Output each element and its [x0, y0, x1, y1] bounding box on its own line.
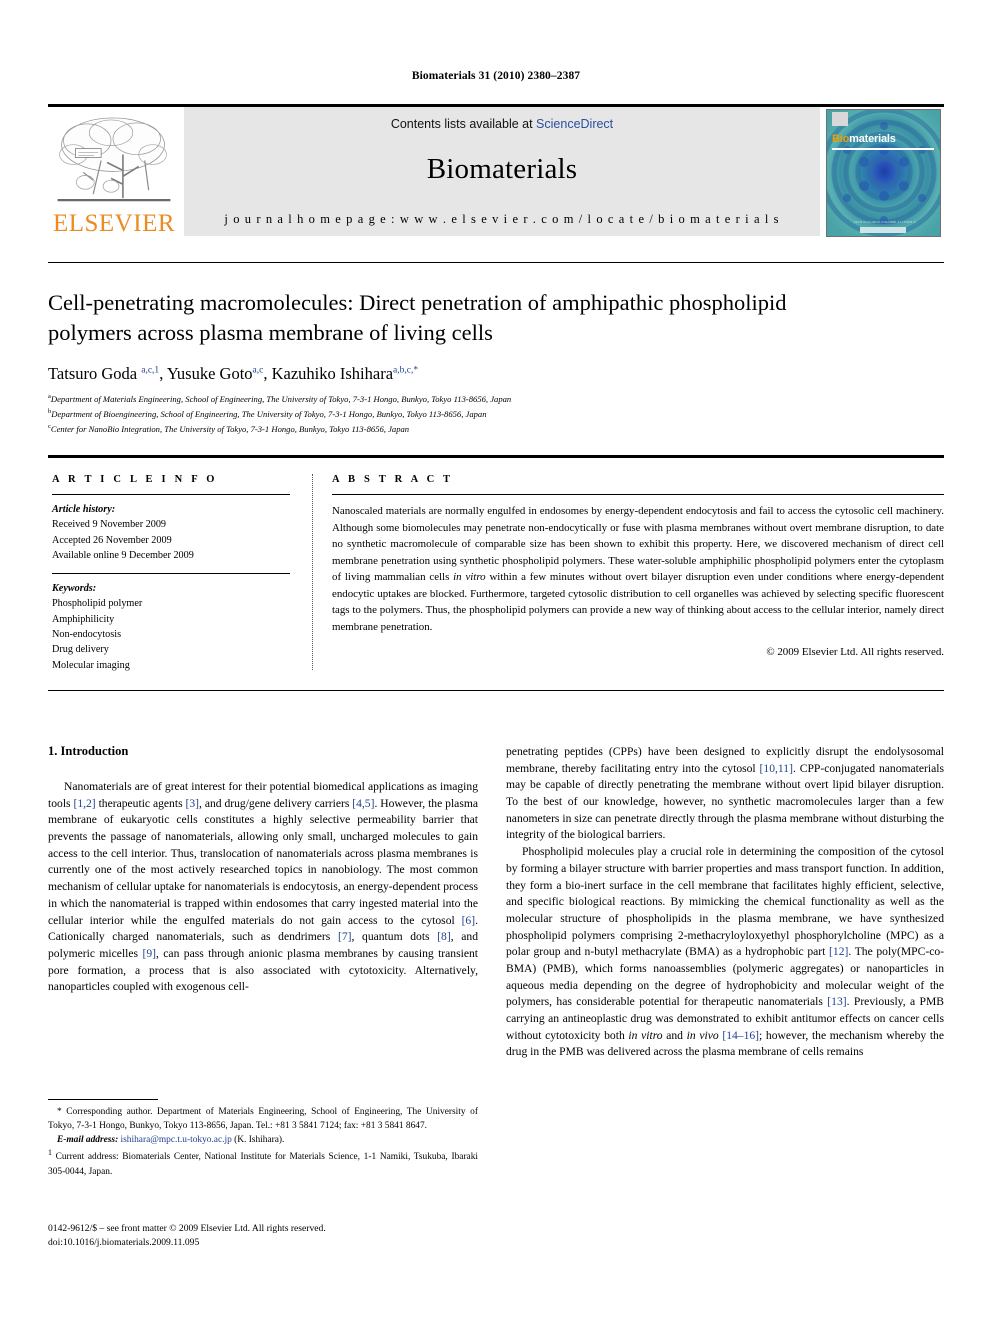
italic-term: in vitro [628, 1028, 663, 1042]
keyword-item-4: Molecular imaging [52, 659, 130, 671]
author-affil-mark-2: a,b,c,* [393, 365, 419, 376]
cover-image [826, 109, 941, 237]
cover-elsevier-mark-icon [832, 112, 848, 126]
reference-link[interactable]: [14–16] [722, 1029, 759, 1042]
article-history-item-1: Accepted 26 November 2009 [52, 534, 172, 546]
author-affil-mark-0: a,c,1 [141, 365, 160, 376]
journal-article-page: Biomaterials 31 (2010) 2380–2387 ELSEVIE… [0, 0, 992, 1323]
reference-link[interactable]: [12] [829, 945, 848, 958]
author-affil-mark-1: a,c [252, 365, 264, 376]
imprint-doi[interactable]: doi:10.1016/j.biomaterials.2009.11.095 [48, 1236, 478, 1250]
left-paragraph-0: Nanomaterials are of great interest for … [48, 780, 478, 994]
corresponding-author-note: * Corresponding author. Department of Ma… [48, 1107, 478, 1132]
reference-link[interactable]: [7] [338, 930, 352, 943]
italic-term: in vivo [686, 1028, 719, 1042]
right-paragraph-0: penetrating peptides (CPPs) have been de… [506, 745, 944, 842]
cover-title-first: Bio [832, 133, 850, 145]
author-0: Tatsuro Goda a,c,1 [48, 364, 160, 383]
author-1: Yusuke Gotoa,c [166, 364, 264, 383]
cover-title-underline [832, 148, 934, 150]
journal-homepage-line[interactable]: j o u r n a l h o m e p a g e : w w w . … [224, 212, 779, 227]
reference-link[interactable]: [6] [462, 914, 476, 927]
cover-title-rest: materials [849, 133, 896, 145]
article-history-item-0: Received 9 November 2009 [52, 519, 167, 531]
keywords-label: Keywords: [52, 583, 97, 595]
email-link[interactable]: ishihara@mpc.t.u-tokyo.ac.jp [121, 1135, 232, 1145]
cover-journal-title: Biomaterials [832, 133, 896, 145]
abstract-bottom-divider [48, 690, 944, 691]
email-suffix: (K. Ishihara). [231, 1135, 285, 1146]
author-2: Kazuhiko Ishiharaa,b,c,* [271, 364, 419, 383]
elsevier-wordmark: ELSEVIER [52, 210, 176, 237]
info-divider [48, 455, 944, 458]
affiliation-1: bDepartment of Bioengineering, School of… [48, 407, 487, 419]
keyword-item-1: Amphiphilicity [52, 613, 115, 625]
abstract-copyright: © 2009 Elsevier Ltd. All rights reserved… [766, 645, 944, 658]
cover-issue-text: ISSN 0142-9612 VOLUME 31 ISSUE 9 [854, 220, 916, 224]
title-divider [48, 262, 944, 263]
reference-link[interactable]: [8] [437, 930, 451, 943]
current-address-note: 1 Current address: Biomaterials Center, … [48, 1147, 478, 1178]
email-note: E-mail address: ishihara@mpc.t.u-tokyo.a… [48, 1133, 478, 1147]
page-title: Cell-penetrating macromolecules: Direct … [48, 290, 787, 345]
keyword-item-2: Non-endocytosis [52, 629, 122, 641]
article-history-label: Article history: [52, 504, 116, 515]
current-address-text: Current address: Biomaterials Center, Na… [48, 1152, 478, 1177]
journal-cover-thumbnail[interactable]: Biomaterials ISSN 0142-9612 VOLUME 31 IS… [826, 107, 944, 237]
current-address-mark: 1 [48, 1148, 52, 1158]
keywords-block: Keywords: Phospholipid polymer Amphiphili… [52, 581, 290, 673]
elsevier-logo: ELSEVIER [48, 107, 180, 236]
contents-available-line: Contents lists available at ScienceDirec… [391, 117, 613, 131]
article-history-items: Received 9 November 2009 Accepted 26 Nove… [52, 517, 290, 563]
abstract-italic-term: in vitro [453, 571, 486, 584]
reference-link[interactable]: [13] [827, 995, 846, 1008]
masthead-center-band: Contents lists available at ScienceDirec… [184, 107, 820, 236]
reference-link[interactable]: [9] [142, 947, 156, 960]
article-history-block: Article history: Received 9 November 200… [52, 502, 290, 563]
reference-link[interactable]: [10,11] [760, 762, 793, 775]
abstract-body: Nanoscaled materials are normally engulf… [332, 505, 945, 633]
affiliation-list: aDepartment of Materials Engineering, Sc… [48, 392, 908, 436]
keywords-items: Phospholipid polymer Amphiphilicity Non-en… [52, 596, 290, 672]
article-history-item-2: Available online 9 December 2009 [52, 549, 194, 561]
affiliation-2: cCenter for NanoBio Integration, The Uni… [48, 422, 410, 434]
right-paragraph-1: Phospholipid molecules play a crucial ro… [506, 845, 944, 1059]
article-info-heading: A R T I C L E I N F O [52, 474, 218, 485]
article-info-column: A R T I C L E I N F O Article history: R… [52, 474, 290, 673]
running-head: Biomaterials 31 (2010) 2380–2387 [411, 70, 581, 82]
left-column-paragraphs: Nanomaterials are of great interest for … [48, 779, 478, 996]
keyword-item-3: Drug delivery [52, 644, 109, 656]
article-info-rule [52, 494, 290, 495]
author-list: Tatsuro Goda a,c,1, Yusuke Gotoa,c, Kazu… [48, 364, 419, 383]
footnote-divider [48, 1099, 158, 1100]
email-label: E-mail address: [57, 1135, 119, 1146]
body-column-left: 1. Introduction Nanomaterials are of gre… [48, 744, 478, 996]
reference-link[interactable]: [3] [185, 797, 199, 810]
section-heading-introduction: 1. Introduction [48, 744, 129, 758]
abstract-heading: A B S T R A C T [332, 474, 454, 485]
journal-title: Biomaterials [426, 153, 578, 185]
elsevier-tree-icon [57, 117, 171, 202]
imprint-block: 0142-9612/$ – see front matter © 2009 El… [48, 1222, 478, 1250]
reference-link[interactable]: [1,2] [73, 797, 95, 810]
cover-bottom-bar [860, 227, 906, 233]
body-column-right: penetrating peptides (CPPs) have been de… [506, 744, 944, 1061]
article-info-separator [52, 573, 290, 575]
journal-masthead: ELSEVIER Contents lists available at Sci… [48, 104, 944, 237]
imprint-front-matter: 0142-9612/$ – see front matter © 2009 El… [48, 1223, 326, 1234]
right-column-paragraphs: penetrating peptides (CPPs) have been de… [506, 744, 944, 1061]
keyword-item-0: Phospholipid polymer [52, 598, 143, 610]
contents-prefix: Contents lists available at [390, 117, 537, 131]
abstract-column: A B S T R A C T Nanoscaled materials are… [332, 474, 944, 658]
affiliation-0: aDepartment of Materials Engineering, Sc… [48, 393, 512, 404]
abstract-rule [332, 494, 944, 495]
cover-ripple-pattern-icon [827, 110, 940, 236]
footnote-block: * Corresponding author. Department of Ma… [48, 1105, 478, 1179]
reference-link[interactable]: [4,5] [352, 797, 374, 810]
info-abstract-dotted-divider [312, 474, 313, 670]
sciencedirect-link[interactable]: ScienceDirect [536, 117, 613, 131]
